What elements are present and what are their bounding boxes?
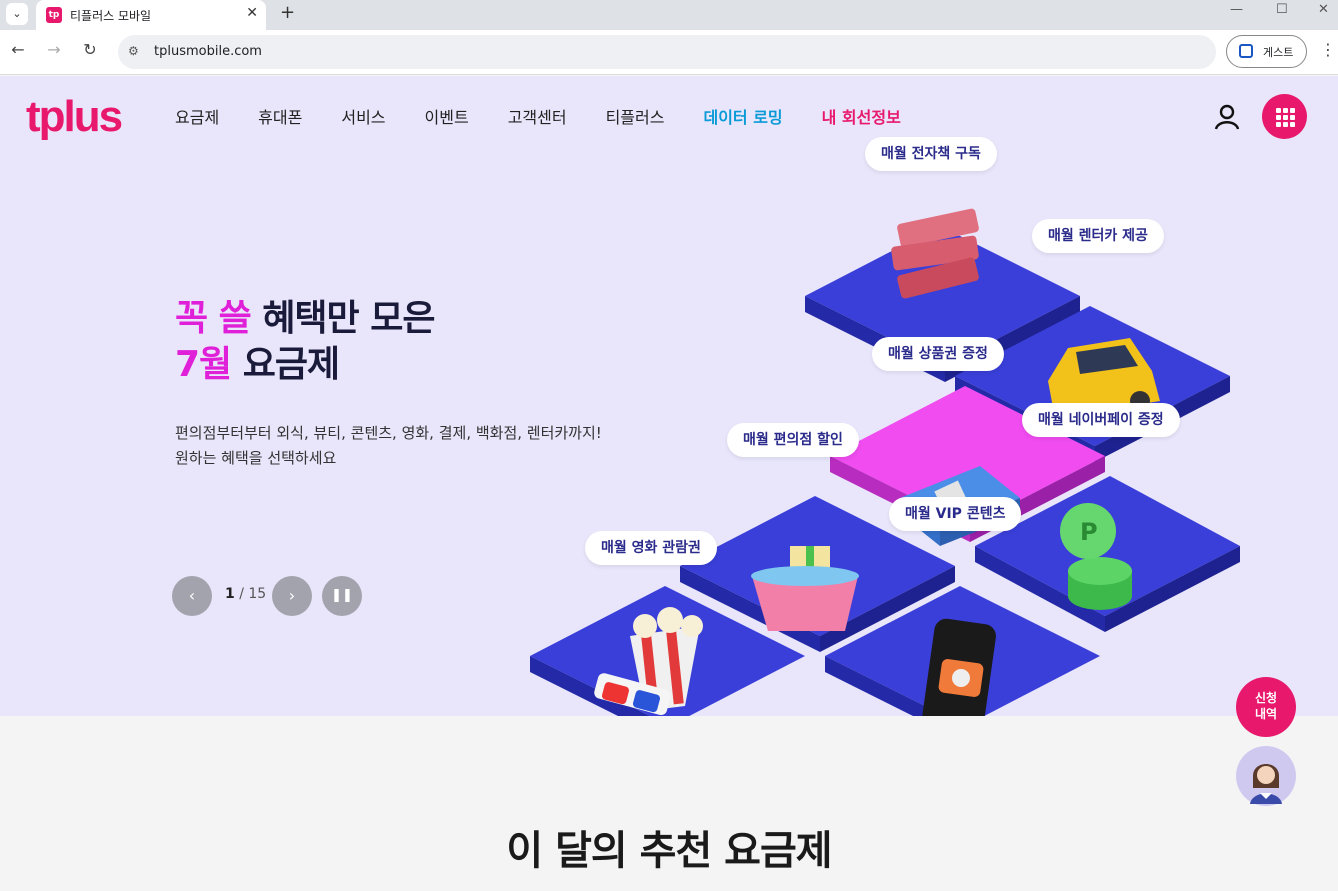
slide-counter: 1 / 15 — [225, 586, 267, 602]
profile-icon — [1239, 44, 1253, 58]
nav-item-6[interactable]: 데이터 로밍 — [703, 104, 782, 128]
headline-highlight-1: 꼭 쓸 — [175, 298, 252, 339]
svg-text:P: P — [1080, 518, 1098, 546]
apply-label-2: 내역 — [1254, 707, 1278, 721]
headline-text-2: 요금제 — [231, 344, 340, 385]
nav-item-7[interactable]: 내 회선정보 — [822, 104, 901, 128]
favicon-icon: tp — [46, 7, 62, 23]
main-nav: 요금제 휴대폰 서비스 이벤트 고객센터 티플러스 데이터 로밍 내 회선정보 — [175, 104, 940, 128]
window-close-button[interactable]: ✕ — [1318, 2, 1329, 17]
profile-button[interactable]: 게스트 — [1226, 35, 1307, 68]
url-text: tplusmobile.com — [154, 44, 262, 59]
hero-banner: tplus 요금제 휴대폰 서비스 이벤트 고객센터 티플러스 데이터 로밍 내 회선정보 꼭… — [0, 76, 1338, 716]
browser-toolbar: ← → ↻ ⚙ tplusmobile.com 게스트 ⋮ — [0, 30, 1338, 75]
next-slide-button[interactable]: › — [272, 576, 312, 616]
close-icon[interactable]: ✕ — [246, 5, 258, 21]
apply-label-1: 신청 — [1254, 691, 1278, 705]
benefit-label-0: 매월 전자책 구독 — [865, 137, 997, 171]
application-history-button[interactable]: 신청 내역 — [1236, 677, 1296, 737]
nav-item-1[interactable]: 휴대폰 — [258, 104, 302, 128]
benefit-label-5: 매월 VIP 콘텐츠 — [889, 497, 1022, 531]
benefit-label-2: 매월 상품권 증정 — [872, 337, 1004, 371]
tab-title: 티플러스 모바일 — [70, 9, 152, 23]
benefit-label-3: 매월 네이버페이 증정 — [1022, 403, 1180, 437]
agent-avatar-icon — [1250, 764, 1282, 804]
nav-item-0[interactable]: 요금제 — [175, 104, 219, 128]
back-button[interactable]: ← — [8, 40, 28, 59]
forward-button[interactable]: → — [44, 40, 64, 59]
nav-item-2[interactable]: 서비스 — [341, 104, 385, 128]
chat-agent-button[interactable] — [1236, 746, 1296, 806]
recommended-section: 이 달의 추천 요금제 — [0, 716, 1338, 891]
benefit-label-1: 매월 렌터카 제공 — [1032, 219, 1164, 253]
nav-item-5[interactable]: 티플러스 — [606, 104, 665, 128]
more-menu-icon[interactable]: ⋮ — [1320, 40, 1336, 59]
tab-search-button[interactable]: ⌄ — [6, 3, 28, 25]
hero-headline: 꼭 쓸 혜택만 모은 7월 요금제 — [175, 296, 435, 388]
benefit-label-4: 매월 편의점 할인 — [727, 423, 859, 457]
section-title: 이 달의 추천 요금제 — [506, 828, 832, 874]
pause-slide-button[interactable]: ❚❚ — [322, 576, 362, 616]
reload-button[interactable]: ↻ — [80, 40, 100, 59]
new-tab-button[interactable]: + — [280, 2, 295, 23]
site-info-icon[interactable]: ⚙ — [128, 44, 139, 58]
browser-tab-bar: ⌄ tp 티플러스 모바일 ✕ + — ☐ ✕ — [0, 0, 1338, 30]
headline-highlight-2: 7월 — [175, 344, 232, 385]
nav-item-4[interactable]: 고객센터 — [508, 104, 567, 128]
nav-item-3[interactable]: 이벤트 — [425, 104, 469, 128]
headline-text-1: 혜택만 모은 — [250, 298, 435, 339]
all-menu-button[interactable] — [1262, 94, 1307, 139]
profile-label: 게스트 — [1263, 46, 1294, 59]
browser-tab[interactable]: tp 티플러스 모바일 ✕ — [36, 0, 266, 30]
minimize-button[interactable]: — — [1230, 2, 1243, 17]
prev-slide-button[interactable]: ‹ — [172, 576, 212, 616]
slide-total: 15 — [248, 586, 267, 602]
slide-current: 1 — [225, 586, 235, 602]
tplus-logo[interactable]: tplus — [26, 92, 123, 142]
address-bar[interactable]: ⚙ tplusmobile.com — [118, 35, 1216, 69]
benefit-label-6: 매월 영화 관람권 — [585, 531, 717, 565]
maximize-button[interactable]: ☐ — [1276, 2, 1288, 17]
